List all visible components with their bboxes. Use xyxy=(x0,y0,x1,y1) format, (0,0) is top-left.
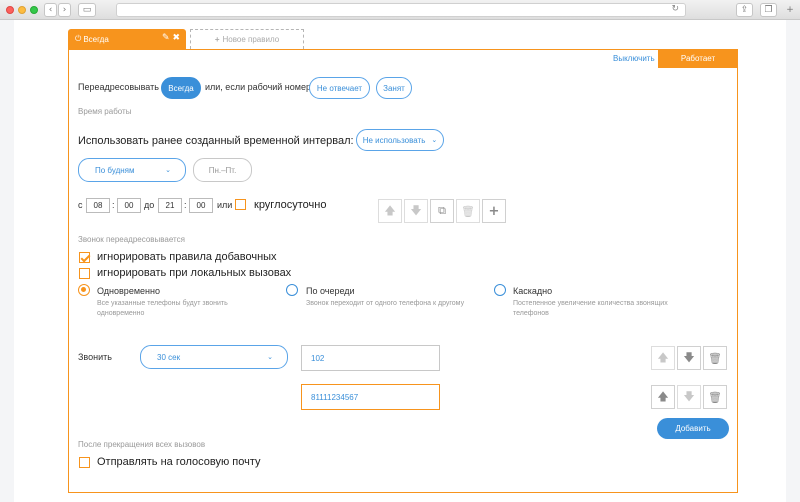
power-icon: ⏻ xyxy=(75,34,82,43)
allday-checkbox[interactable] xyxy=(235,199,246,210)
voicemail-label: Отправлять на голосовую почту xyxy=(97,456,261,468)
tab-new-rule[interactable]: + Новое правило xyxy=(190,29,304,49)
mode-sequential-desc: Звонок переходит от одного телефона к др… xyxy=(306,300,465,307)
chevron-down-icon: ⌄ xyxy=(267,354,273,361)
arrow-down-icon: 🡇 xyxy=(683,350,695,364)
tabs-icon[interactable]: ❐ xyxy=(760,3,777,17)
mode-cascade-desc: Постепенное увеличение количества звонящ… xyxy=(513,300,668,317)
address-bar[interactable]: ↻ xyxy=(116,3,686,17)
mode-sequential-radio[interactable] xyxy=(286,284,298,296)
add-phone-button[interactable]: Добавить xyxy=(657,418,729,439)
interval-label: Использовать ранее созданный временной и… xyxy=(78,135,354,147)
ring-duration-select[interactable]: 30 сек ⌄ xyxy=(140,345,288,369)
plus-icon: + xyxy=(488,203,500,219)
arrow-down-icon: 🡇 xyxy=(683,389,695,403)
work-time-title: Время работы xyxy=(78,107,132,116)
from-minute-input[interactable]: 00 xyxy=(117,198,141,213)
plus-icon: + xyxy=(214,35,220,44)
mode-cascade-radio[interactable] xyxy=(494,284,506,296)
ring-label: Звонить xyxy=(78,352,112,362)
time-colon: : xyxy=(112,200,115,210)
share-icon[interactable]: ⇪ xyxy=(736,3,753,17)
new-tab-icon[interactable]: + xyxy=(783,3,797,17)
copy-icon: ⧉ xyxy=(438,204,446,217)
mode-always-button[interactable]: Всегда xyxy=(161,77,201,99)
arrow-up-icon: 🡅 xyxy=(657,350,669,364)
forward-icon[interactable]: › xyxy=(58,3,71,17)
trash-icon: 🗑 xyxy=(708,390,722,404)
maximize-window-icon[interactable] xyxy=(30,6,38,14)
after-title: После прекращения всех вызовов xyxy=(78,440,206,449)
tab-rule-always[interactable]: ⏻ Всегда ✎ ✖ xyxy=(68,29,186,49)
condition-text: или, если рабочий номер xyxy=(205,82,311,92)
trash-icon: 🗑 xyxy=(461,204,475,218)
to-minute-input[interactable]: 00 xyxy=(189,198,213,213)
tab-new-label: Новое правило xyxy=(222,35,280,44)
close-window-icon[interactable] xyxy=(6,6,14,14)
reload-icon[interactable]: ↻ xyxy=(671,4,679,14)
disable-link[interactable]: Выключить xyxy=(613,54,655,63)
chevron-down-icon: ⌄ xyxy=(165,167,171,174)
ignore-local-checkbox[interactable] xyxy=(79,268,90,279)
arrow-up-icon: 🡅 xyxy=(384,203,396,217)
phone-input-2[interactable]: 81111234567 xyxy=(301,384,440,410)
to-hour-input[interactable]: 21 xyxy=(158,198,182,213)
mode-cascade-label: Каскадно xyxy=(513,286,553,296)
redirect-title: Звонок переадресовывается xyxy=(78,235,185,244)
arrow-up-icon: 🡅 xyxy=(657,389,669,403)
sidebar-icon[interactable]: ▭ xyxy=(78,3,96,17)
days-range-button[interactable]: Пн.–Пт. xyxy=(193,158,252,182)
phone-input-1[interactable]: 102 xyxy=(301,345,440,371)
busy-button[interactable]: Занят xyxy=(376,77,412,99)
phone1-down-button[interactable]: 🡇 xyxy=(677,346,701,370)
phone2-delete-button[interactable]: 🗑 xyxy=(703,385,727,409)
minimize-window-icon[interactable] xyxy=(18,6,26,14)
ignore-local-label: игнорировать при локальных вызовах xyxy=(97,267,292,279)
to-label: до xyxy=(144,200,155,210)
back-icon[interactable]: ‹ xyxy=(44,3,57,17)
forward-label: Переадресовывать xyxy=(78,82,159,92)
delete-button[interactable]: 🗑 xyxy=(456,199,480,223)
status-badge: Работает xyxy=(658,49,738,68)
days-select-value: По будням xyxy=(95,165,135,175)
mode-simultaneous-desc: Все указанные телефоны будут звонить одн… xyxy=(97,300,228,317)
voicemail-checkbox[interactable] xyxy=(79,457,90,468)
phone1-delete-button[interactable]: 🗑 xyxy=(703,346,727,370)
mode-sequential-label: По очереди xyxy=(306,286,355,296)
ignore-ext-checkbox[interactable] xyxy=(79,252,90,263)
copy-button[interactable]: ⧉ xyxy=(430,199,454,223)
move-up-button[interactable]: 🡅 xyxy=(378,199,402,223)
phone2-up-button[interactable]: 🡅 xyxy=(651,385,675,409)
chevron-down-icon: ⌄ xyxy=(431,137,438,144)
add-interval-button[interactable]: + xyxy=(482,199,506,223)
mode-simultaneous-label: Одновременно xyxy=(97,286,160,296)
phone1-up-button[interactable]: 🡅 xyxy=(651,346,675,370)
interval-select-value: Не использовать xyxy=(362,135,426,145)
close-icon[interactable]: ✖ xyxy=(172,33,180,43)
browser-toolbar: ‹ › ▭ ↻ ⇪ ❐ + xyxy=(0,0,800,20)
days-select[interactable]: По будням ⌄ xyxy=(78,158,186,182)
mode-simultaneous-radio[interactable] xyxy=(78,284,90,296)
or-label: или xyxy=(217,200,233,210)
no-answer-button[interactable]: Не отвечает xyxy=(309,77,370,99)
ring-duration-value: 30 сек xyxy=(157,352,181,362)
phone2-down-button[interactable]: 🡇 xyxy=(677,385,701,409)
from-label: с xyxy=(78,200,83,210)
ignore-ext-label: игнорировать правила добавочных xyxy=(97,251,277,263)
time-colon: : xyxy=(184,200,187,210)
from-hour-input[interactable]: 08 xyxy=(86,198,110,213)
allday-label: круглосуточно xyxy=(254,199,327,211)
tab-label: Всегда xyxy=(83,34,109,44)
trash-icon: 🗑 xyxy=(708,351,722,365)
arrow-down-icon: 🡇 xyxy=(410,203,422,217)
move-down-button[interactable]: 🡇 xyxy=(404,199,428,223)
edit-icon[interactable]: ✎ xyxy=(162,33,170,43)
interval-select[interactable]: Не использовать ⌄ xyxy=(356,129,444,151)
